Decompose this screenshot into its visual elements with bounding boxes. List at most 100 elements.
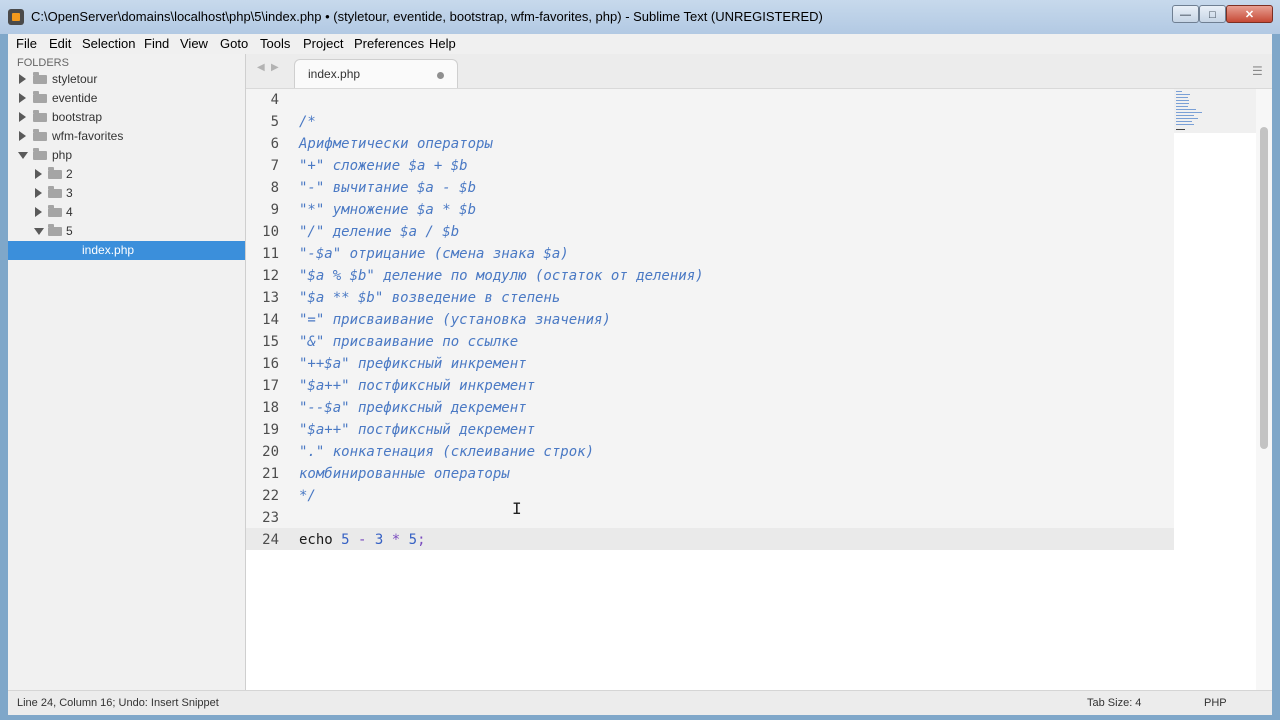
line-number: 19 xyxy=(262,422,279,438)
menu-find[interactable]: Find xyxy=(144,36,169,51)
code-line[interactable]: "*" умножение $a * $b xyxy=(299,199,476,221)
line-number: 14 xyxy=(262,312,279,328)
menu-help[interactable]: Help xyxy=(429,36,456,51)
line-number: 24 xyxy=(262,532,279,548)
open-folder-icon xyxy=(33,148,47,160)
code-token: "$a++" постфиксный инкремент xyxy=(299,378,536,394)
tab-bar: ◀ ▶ index.php ☰ xyxy=(246,54,1272,89)
code-token: "$a % $b" деление по модулю (остаток от … xyxy=(299,268,704,284)
sidebar-item-4[interactable]: 4 xyxy=(8,203,245,222)
expand-arrow-icon[interactable] xyxy=(35,188,42,198)
code-token: /* xyxy=(299,114,316,130)
menu-edit[interactable]: Edit xyxy=(49,36,71,51)
code-editor[interactable]: I 4 5 /* 6 Арифметически операторы 7 "+" сложе… xyxy=(246,89,1272,690)
code-line[interactable]: комбинированные операторы xyxy=(299,463,510,485)
code-line[interactable]: "--$a" префиксный декремент xyxy=(299,397,527,419)
sidebar-item-5[interactable]: 5 xyxy=(8,222,245,241)
sidebar-item-label: eventide xyxy=(52,91,98,105)
expand-arrow-icon[interactable] xyxy=(19,112,26,122)
code-line[interactable]: "$a++" постфиксный инкремент xyxy=(299,375,535,397)
tab-size-status[interactable]: Tab Size: 4 xyxy=(1087,697,1141,709)
syntax-status[interactable]: PHP xyxy=(1204,697,1227,709)
code-line[interactable]: "&" присваивание по ссылке xyxy=(299,331,518,353)
code-line[interactable]: "." конкатенация (склеивание строк) xyxy=(299,441,594,463)
sidebar-item-3[interactable]: 3 xyxy=(8,184,245,203)
code-token: "$a++" постфиксный декремент xyxy=(299,422,536,438)
tab-nav-right-icon[interactable]: ▶ xyxy=(271,62,279,73)
menu-tools[interactable]: Tools xyxy=(260,36,290,51)
code-line[interactable]: /* xyxy=(299,111,316,133)
expand-arrow-icon[interactable] xyxy=(35,169,42,179)
menu-project[interactable]: Project xyxy=(303,36,343,51)
code-line[interactable]: echo 5 - 3 * 5; xyxy=(299,529,426,551)
code-line[interactable]: "$a ** $b" возведение в степень xyxy=(299,287,560,309)
window-title: C:\OpenServer\domains\localhost\php\5\in… xyxy=(31,9,823,24)
sidebar-item-php[interactable]: php xyxy=(8,146,245,165)
tab-label: index.php xyxy=(308,67,361,81)
folder-icon xyxy=(48,186,62,198)
folder-icon xyxy=(33,91,47,103)
sidebar-item-2[interactable]: 2 xyxy=(8,165,245,184)
title-bar: C:\OpenServer\domains\localhost\php\5\in… xyxy=(0,0,1280,34)
expand-arrow-icon[interactable] xyxy=(19,93,26,103)
sidebar-item-label: index.php xyxy=(82,243,135,257)
unsaved-dot-icon[interactable] xyxy=(437,72,444,79)
minimap[interactable] xyxy=(1174,89,1256,133)
menu-selection[interactable]: Selection xyxy=(82,36,135,51)
expand-arrow-icon[interactable] xyxy=(19,131,26,141)
text-cursor-icon: I xyxy=(512,499,522,518)
collapse-arrow-icon[interactable] xyxy=(34,228,44,235)
tab-nav-left-icon[interactable]: ◀ xyxy=(257,62,265,73)
sidebar-item-label: php xyxy=(52,148,73,162)
line-number: 11 xyxy=(262,246,279,262)
code-token: */ xyxy=(299,488,316,504)
expand-arrow-icon[interactable] xyxy=(19,74,26,84)
sidebar-item-label: styletour xyxy=(52,72,98,86)
minimize-button[interactable]: — xyxy=(1172,5,1199,23)
folder-icon xyxy=(33,110,47,122)
sidebar: FOLDERS styletour eventide bootstrap wfm… xyxy=(8,54,246,690)
open-folder-icon xyxy=(48,224,62,236)
menu-preferences[interactable]: Preferences xyxy=(354,36,424,51)
maximize-button[interactable]: □ xyxy=(1199,5,1226,23)
tab-index-php[interactable]: index.php xyxy=(294,59,458,88)
scrollbar-thumb[interactable] xyxy=(1260,127,1268,449)
line-number: 13 xyxy=(262,290,279,306)
folder-icon xyxy=(33,72,47,84)
menu-file[interactable]: File xyxy=(16,36,37,51)
folders-header: FOLDERS xyxy=(17,57,69,69)
code-line[interactable]: "=" присваивание (установка значения) xyxy=(299,309,611,331)
code-line[interactable]: "+" сложение $a + $b xyxy=(299,155,468,177)
code-line[interactable]: "-" вычитание $a - $b xyxy=(299,177,476,199)
expand-arrow-icon[interactable] xyxy=(35,207,42,217)
sidebar-item-eventide[interactable]: eventide xyxy=(8,89,245,108)
folder-icon xyxy=(33,129,47,141)
code-line[interactable]: */ xyxy=(299,485,316,507)
sidebar-item-wfm-favorites[interactable]: wfm-favorites xyxy=(8,127,245,146)
folder-icon xyxy=(48,205,62,217)
tab-overflow-menu-icon[interactable]: ☰ xyxy=(1252,64,1263,78)
sidebar-item-label: 4 xyxy=(66,205,73,219)
sidebar-item-bootstrap[interactable]: bootstrap xyxy=(8,108,245,127)
line-number: 15 xyxy=(262,334,279,350)
code-line[interactable]: "/" деление $a / $b xyxy=(299,221,459,243)
menu-view[interactable]: View xyxy=(180,36,208,51)
menu-goto[interactable]: Goto xyxy=(220,36,248,51)
code-line[interactable]: "++$a" префиксный инкремент xyxy=(299,353,527,375)
code-line[interactable]: "$a % $b" деление по модулю (остаток от … xyxy=(299,265,704,287)
collapse-arrow-icon[interactable] xyxy=(18,152,28,159)
code-token: "=" присваивание (установка значения) xyxy=(299,312,611,328)
code-line[interactable]: Арифметически операторы xyxy=(299,133,493,155)
line-number: 9 xyxy=(270,202,279,218)
sidebar-item-index-php[interactable]: index.php xyxy=(8,241,245,260)
code-line[interactable]: "$a++" постфиксный декремент xyxy=(299,419,535,441)
code-token: * xyxy=(391,532,401,548)
status-bar: Line 24, Column 16; Undo: Insert Snippet… xyxy=(8,690,1272,715)
sidebar-item-styletour[interactable]: styletour xyxy=(8,70,245,89)
code-line[interactable]: "-$a" отрицание (смена знака $a) xyxy=(299,243,569,265)
code-token: комбинированные операторы xyxy=(299,466,510,482)
close-button[interactable]: ✕ xyxy=(1226,5,1273,23)
